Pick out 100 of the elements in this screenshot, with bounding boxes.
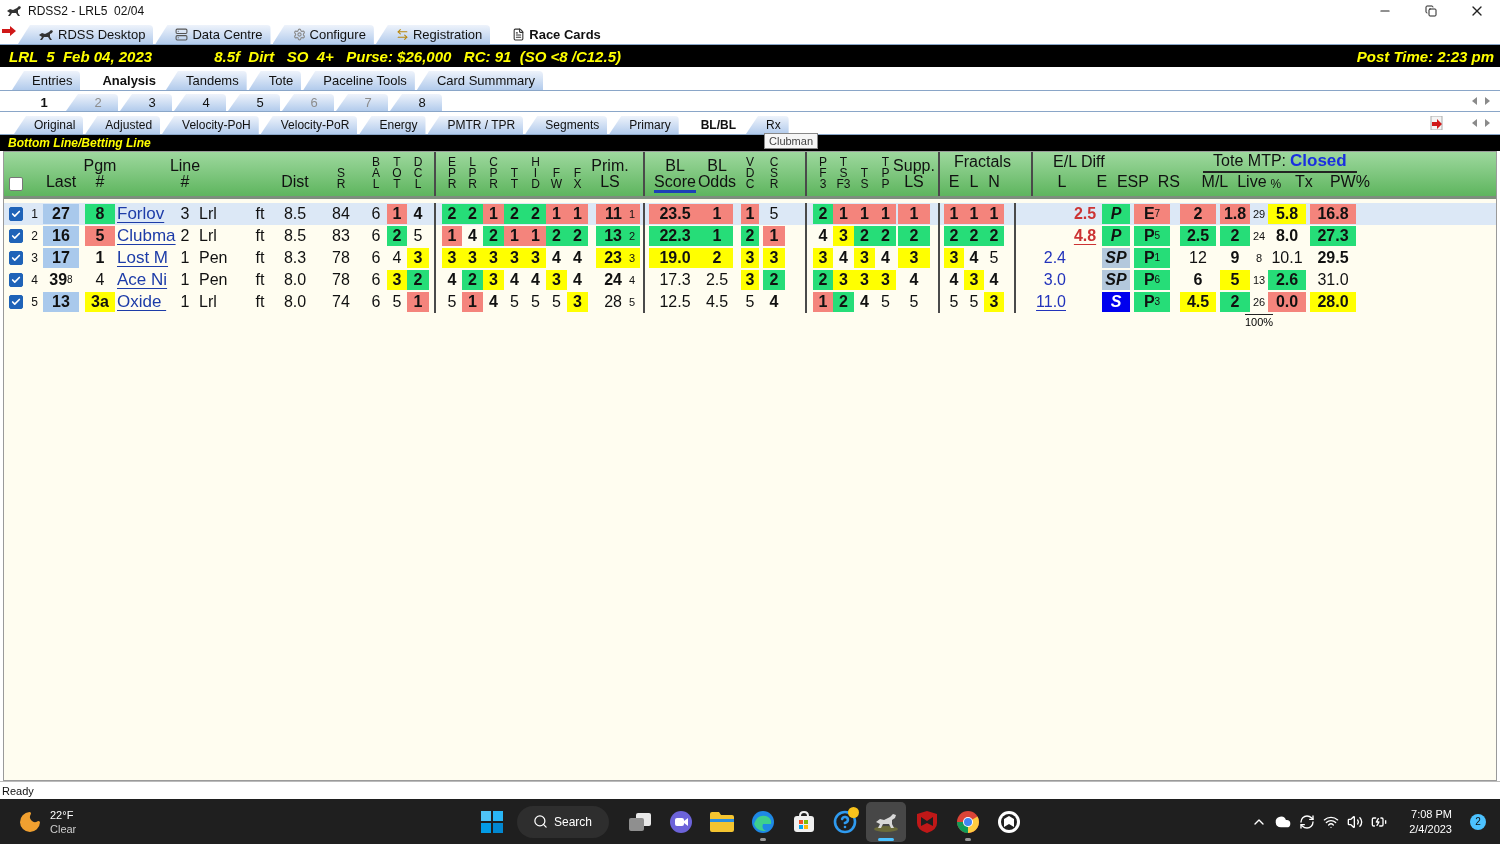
column-header[interactable]: L P R: [468, 157, 477, 193]
tab[interactable]: Tandems: [165, 71, 247, 90]
column-header[interactable]: %: [1270, 179, 1282, 193]
column-header[interactable]: T O T: [392, 157, 402, 193]
row-checkbox[interactable]: [9, 251, 23, 265]
row-checkbox[interactable]: [9, 273, 23, 287]
notification-badge[interactable]: 2: [1470, 813, 1486, 830]
column-header[interactable]: P F 3: [819, 157, 827, 193]
horse-name-link[interactable]: Forlov: [115, 204, 173, 224]
tab[interactable]: Paceline Tools: [303, 71, 415, 90]
column-header[interactable]: ESP: [1116, 174, 1149, 193]
table-cell-text: 4: [488, 292, 499, 312]
tab[interactable]: Tote: [248, 71, 302, 90]
column-header[interactable]: Line #: [169, 158, 201, 193]
table-cell: 3: [984, 292, 1004, 312]
tab[interactable]: Velocity-PoR: [260, 116, 358, 134]
volume-icon[interactable]: [1347, 813, 1364, 830]
horse-name-link[interactable]: Lost M: [115, 248, 173, 268]
column-header[interactable]: H I D: [531, 157, 540, 193]
column-header[interactable]: Last: [45, 174, 77, 193]
column-header[interactable]: S R: [336, 168, 346, 193]
table-cell: 11: [596, 204, 624, 224]
race-tab[interactable]: 8: [390, 94, 442, 111]
column-header[interactable]: Prim. LS: [591, 158, 629, 193]
search-button[interactable]: Search: [516, 805, 609, 838]
table-cell: 3: [567, 292, 588, 312]
tab[interactable]: PMTR / TPR: [427, 116, 524, 134]
column-header[interactable]: Tx: [1295, 174, 1313, 193]
column-header[interactable]: PW%: [1329, 174, 1370, 193]
tab[interactable]: Entries: [12, 71, 81, 90]
column-header[interactable]: Live: [1237, 174, 1267, 193]
table-cell-text: 5: [988, 248, 1000, 268]
column-header[interactable]: B A L: [372, 157, 380, 193]
column-header[interactable]: E P R: [447, 157, 457, 193]
horse-name-link[interactable]: Oxide: [115, 292, 173, 312]
column-header[interactable]: V D C: [745, 157, 755, 193]
race-tab[interactable]: 3: [120, 94, 172, 111]
main-tab[interactable]: Data Centre: [155, 25, 271, 44]
main-tab[interactable]: Configure: [272, 25, 374, 44]
tab[interactable]: Rx: [746, 116, 789, 134]
column-header[interactable]: C P R: [489, 157, 498, 193]
table-cell-text: 4: [391, 248, 403, 268]
column-header[interactable]: E: [1096, 174, 1108, 193]
race-tab[interactable]: 4: [174, 94, 226, 111]
row-checkbox[interactable]: [9, 229, 23, 243]
table-cell-text: 17.3: [658, 270, 692, 290]
tab[interactable]: Original: [14, 116, 84, 134]
scroll-arrows-icon[interactable]: [1472, 97, 1490, 105]
column-header[interactable]: BL Odds: [697, 158, 737, 193]
table-cell-text: 4: [908, 270, 920, 290]
column-header[interactable]: F W: [550, 168, 563, 193]
race-tab[interactable]: 5: [228, 94, 280, 111]
column-header[interactable]: T S F3: [836, 157, 851, 193]
tab[interactable]: Adjusted: [85, 116, 161, 134]
main-tab[interactable]: Registration: [375, 25, 491, 44]
table-cell-text: 6: [370, 248, 382, 268]
column-header[interactable]: BL Score: [654, 158, 696, 193]
column-header[interactable]: T S: [860, 168, 869, 193]
clock[interactable]: 7:08 PM 2/4/2023: [1409, 806, 1452, 837]
table-cell: 1: [462, 292, 483, 312]
scroll-arrows-icon[interactable]: [1472, 119, 1490, 127]
column-header[interactable]: D C L: [413, 157, 423, 193]
column-header[interactable]: Pgm #: [83, 158, 117, 193]
table-cell-text: 74: [331, 292, 351, 312]
column-header[interactable]: N: [988, 174, 1000, 193]
tab[interactable]: Energy: [359, 116, 426, 134]
horse-name-link[interactable]: Ace Ni: [115, 270, 173, 290]
tab[interactable]: Card Summmary: [416, 71, 544, 90]
tab[interactable]: Segments: [525, 116, 608, 134]
tab[interactable]: Primary: [609, 116, 679, 134]
page-arrow-icon[interactable]: [1430, 116, 1444, 130]
row-number: 4: [30, 272, 39, 289]
row-checkbox[interactable]: [9, 207, 23, 221]
column-header[interactable]: C S R: [769, 157, 779, 193]
column-header[interactable]: E: [948, 174, 960, 193]
main-tab[interactable]: RDSS Desktop: [18, 25, 154, 44]
tab[interactable]: Velocity-PoH: [162, 116, 259, 134]
column-header[interactable]: L: [1057, 174, 1067, 193]
table-cell-text: 5: [509, 292, 520, 312]
sync-icon[interactable]: [1299, 813, 1316, 830]
column-header[interactable]: M/L: [1201, 174, 1229, 193]
table-cell: 16.8: [1310, 204, 1356, 224]
table-cell: 1: [763, 226, 785, 246]
column-header[interactable]: L: [969, 174, 979, 193]
table-cell: 5: [1220, 270, 1250, 290]
select-all-checkbox[interactable]: [9, 177, 23, 191]
table-cell-text: 5: [446, 292, 458, 312]
taskbar-app[interactable]: [865, 801, 906, 842]
column-header[interactable]: Supp. LS: [893, 158, 935, 193]
column-header[interactable]: F X: [573, 168, 582, 193]
column-header[interactable]: RS: [1157, 174, 1180, 193]
column-header[interactable]: Dist: [281, 174, 309, 193]
row-checkbox[interactable]: [9, 295, 23, 309]
column-header[interactable]: T P P: [881, 157, 890, 193]
table-cell-text: 8.5: [282, 226, 308, 246]
table-cell: P: [1102, 204, 1130, 224]
table-cell-text: ft: [254, 292, 266, 312]
column-header[interactable]: T T: [510, 168, 519, 193]
table-cell-text: 4: [988, 270, 1000, 290]
table-cell-text: 5: [908, 292, 920, 312]
